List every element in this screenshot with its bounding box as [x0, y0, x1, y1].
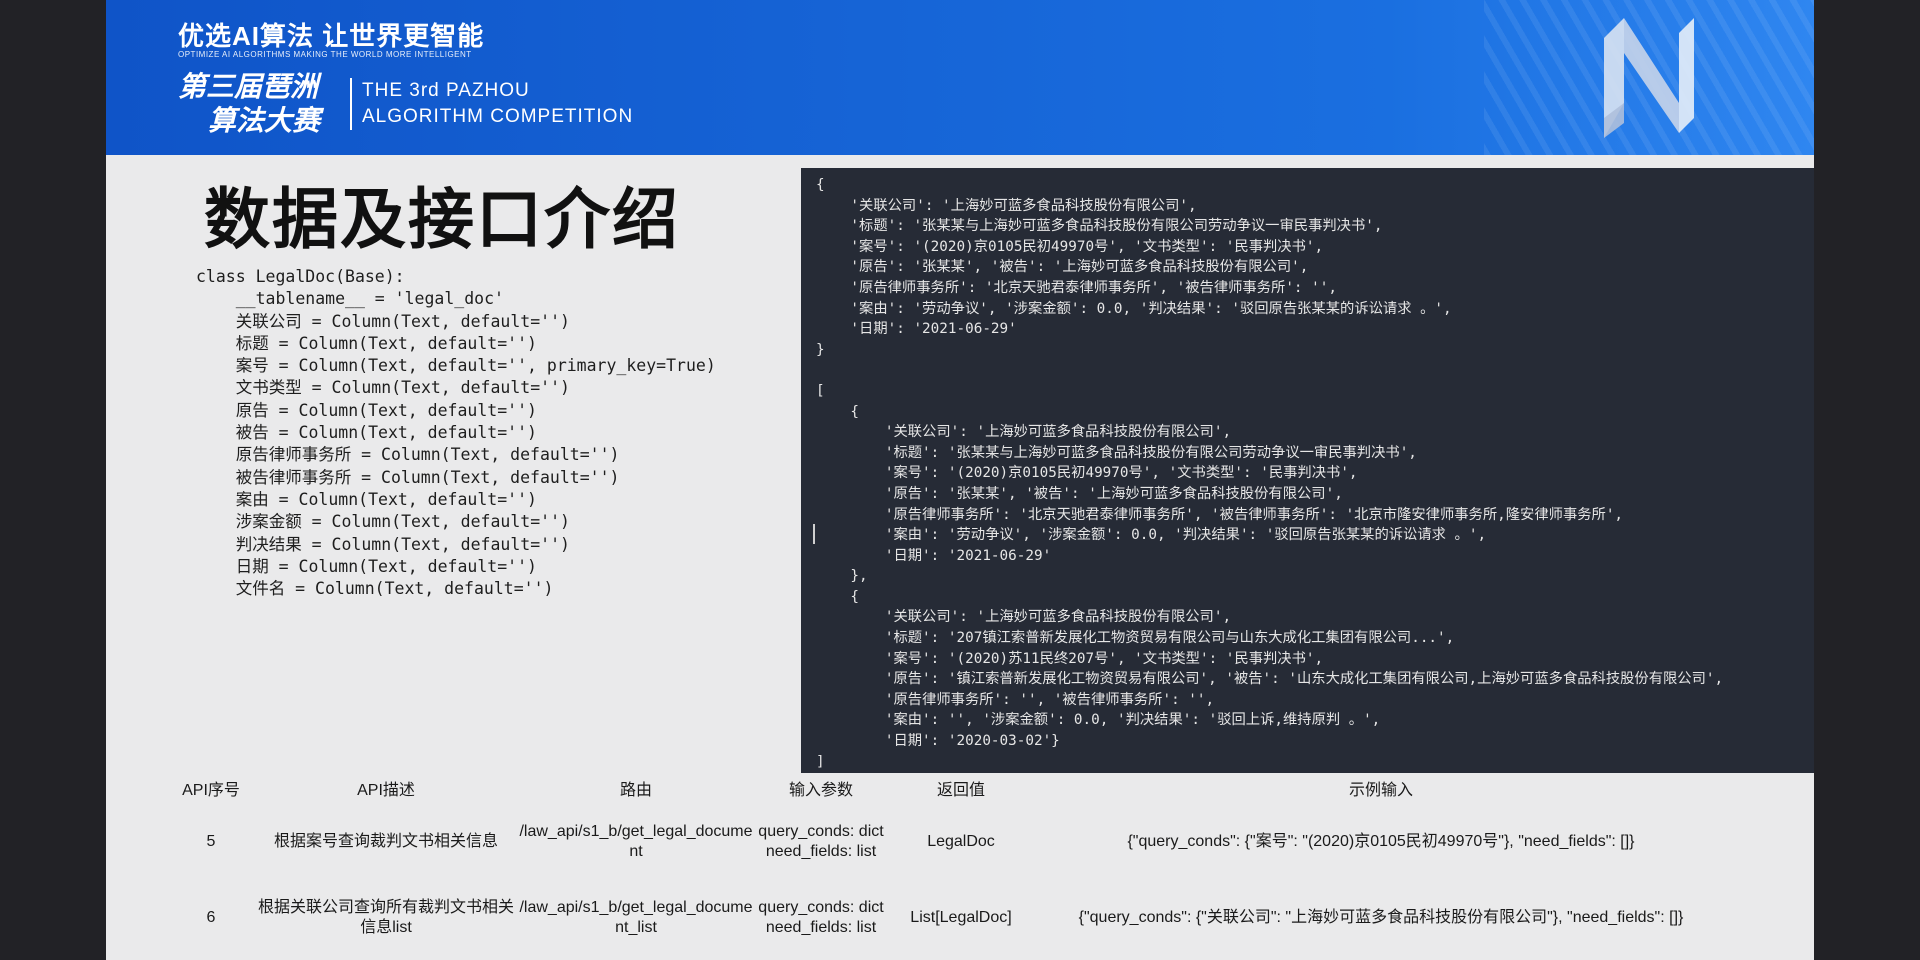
- competition-n-logo: [1604, 18, 1694, 138]
- competition-cn-line1: 第三届琶洲: [178, 71, 319, 102]
- api-table-header: API序号 API描述 路由 输入参数 返回值 示例输入: [166, 772, 1726, 804]
- page-title: 数据及接口介绍: [204, 182, 680, 256]
- header-route: 路由: [619, 782, 652, 799]
- cell-example: {"query_conds": {"案号": "(2020)京0105民初499…: [1127, 833, 1635, 850]
- cell-api-desc: 根据关联公司查询所有裁判文书相关信息list: [258, 899, 515, 936]
- header-api-desc: API描述: [357, 782, 415, 799]
- slogan: 优选AI算法 让世界更智能 OPTIMIZE AI ALGORITHMS MAK…: [178, 16, 485, 59]
- table-row: 6 根据关联公司查询所有裁判文书相关信息list /law_api/s1_b/g…: [166, 880, 1726, 956]
- header-returns: 返回值: [936, 782, 985, 799]
- slide: 优选AI算法 让世界更智能 OPTIMIZE AI ALGORITHMS MAK…: [106, 0, 1814, 960]
- table-row: 5 根据案号查询裁判文书相关信息 /law_api/s1_b/get_legal…: [166, 804, 1726, 880]
- cell-returns: LegalDoc: [927, 833, 995, 850]
- api-table: API序号 API描述 路由 输入参数 返回值 示例输入 5 根据案号查询裁判文…: [166, 772, 1726, 956]
- cell-params: query_conds: dict need_fields: list: [758, 899, 884, 936]
- cell-params: query_conds: dict need_fields: list: [758, 823, 884, 860]
- header-example: 示例输入: [1348, 782, 1413, 799]
- slogan-en: OPTIMIZE AI ALGORITHMS MAKING THE WORLD …: [178, 50, 472, 59]
- competition-name-cn: 第三届琶洲 算法大赛: [178, 70, 320, 138]
- banner-divider: [350, 78, 352, 130]
- competition-en-line2: ALGORITHM COMPETITION: [362, 106, 634, 127]
- banner: 优选AI算法 让世界更智能 OPTIMIZE AI ALGORITHMS MAK…: [106, 0, 1814, 155]
- model-code-block: class LegalDoc(Base): __tablename__ = 'l…: [196, 267, 716, 599]
- cell-route: /law_api/s1_b/get_legal_document: [519, 823, 753, 860]
- cell-returns: List[LegalDoc]: [910, 909, 1012, 926]
- terminal-output-panel[interactable]: { '关联公司': '上海妙可蓝多食品科技股份有限公司', '标题': '张某某…: [801, 168, 1814, 773]
- text-cursor: [813, 524, 815, 544]
- cell-example: {"query_conds": {"关联公司": "上海妙可蓝多食品科技股份有限…: [1078, 909, 1684, 926]
- competition-en-line1: THE 3rd PAZHOU: [362, 80, 530, 101]
- competition-cn-line2: 算法大赛: [208, 105, 321, 136]
- cell-api-id: 6: [206, 909, 216, 926]
- cell-api-desc: 根据案号查询裁判文书相关信息: [273, 833, 498, 850]
- terminal-output-text: { '关联公司': '上海妙可蓝多食品科技股份有限公司', '标题': '张某某…: [816, 177, 1724, 770]
- competition-name-en: THE 3rd PAZHOU ALGORITHM COMPETITION: [362, 78, 633, 130]
- header-api-id: API序号: [182, 782, 240, 799]
- cell-route: /law_api/s1_b/get_legal_document_list: [519, 899, 753, 936]
- slogan-cn: 优选AI算法 让世界更智能: [178, 21, 485, 51]
- header-params: 输入参数: [788, 782, 853, 799]
- cell-api-id: 5: [206, 833, 216, 850]
